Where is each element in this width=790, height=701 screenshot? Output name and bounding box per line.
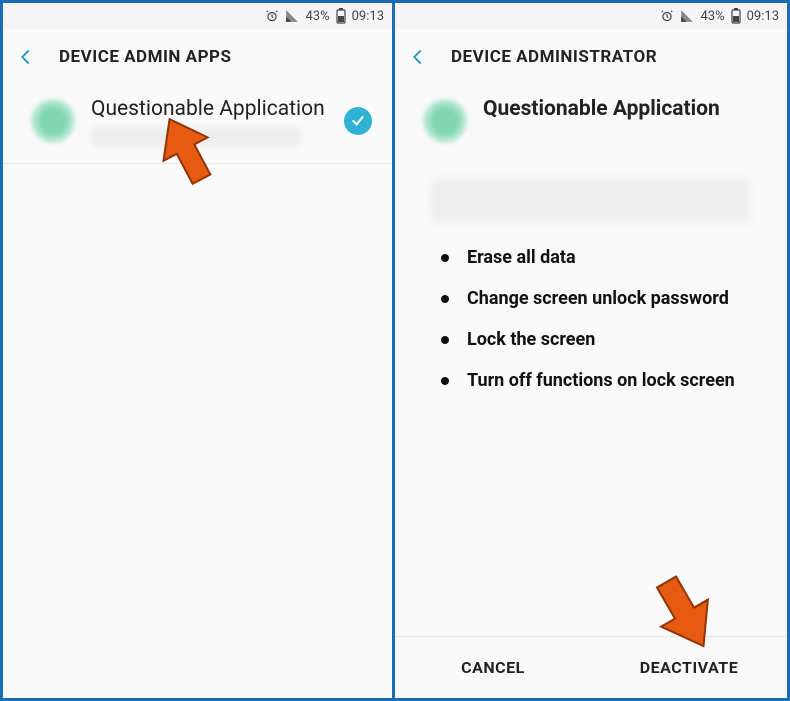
clock-time: 09:13 [747,9,779,24]
back-icon[interactable] [17,48,35,66]
permissions-list: Erase all data Change screen unlock pass… [423,241,759,391]
deactivate-button[interactable]: DEACTIVATE [591,637,787,698]
bullet-icon [441,336,449,344]
back-icon[interactable] [409,48,427,66]
permission-item: Lock the screen [441,329,759,350]
app-header: Questionable Application [395,85,787,159]
permission-label: Change screen unlock password [467,288,729,309]
battery-icon [336,8,346,24]
permission-item: Erase all data [441,247,759,268]
screen-device-administrator: 43% 09:13 DEVICE ADMINISTRATOR Questiona… [395,0,790,701]
app-icon [31,99,75,143]
app-name-label: Questionable Application [483,97,767,121]
alarm-icon [660,9,674,23]
alarm-icon [265,9,279,23]
app-list-item[interactable]: Questionable Application [3,85,392,164]
header: DEVICE ADMIN APPS [3,29,392,85]
battery-icon [731,8,741,24]
permission-label: Erase all data [467,247,576,268]
permission-item: Change screen unlock password [441,288,759,309]
enabled-check-icon [344,107,372,135]
bullet-icon [441,295,449,303]
header: DEVICE ADMINISTRATOR [395,29,787,85]
bullet-icon [441,254,449,262]
page-title: DEVICE ADMIN APPS [59,47,231,67]
clock-time: 09:13 [352,9,384,24]
battery-percent: 43% [700,9,724,24]
permission-label: Turn off functions on lock screen [467,370,735,391]
bullet-icon [441,377,449,385]
redacted-subtext [91,127,301,147]
app-icon [423,99,467,143]
permission-item: Turn off functions on lock screen [441,370,759,391]
signal-icon [680,9,694,23]
signal-icon [285,9,299,23]
redacted-description [431,179,751,223]
permission-label: Lock the screen [467,329,595,350]
battery-percent: 43% [305,9,329,24]
screen-device-admin-apps: 43% 09:13 DEVICE ADMIN APPS Questionable… [0,0,395,701]
cancel-button[interactable]: CANCEL [395,637,591,698]
status-bar: 43% 09:13 [395,3,787,29]
app-name-label: Questionable Application [91,97,328,121]
bottom-action-bar: CANCEL DEACTIVATE [395,636,787,698]
page-title: DEVICE ADMINISTRATOR [451,47,657,67]
status-bar: 43% 09:13 [3,3,392,29]
permissions-block: Erase all data Change screen unlock pass… [395,159,787,391]
